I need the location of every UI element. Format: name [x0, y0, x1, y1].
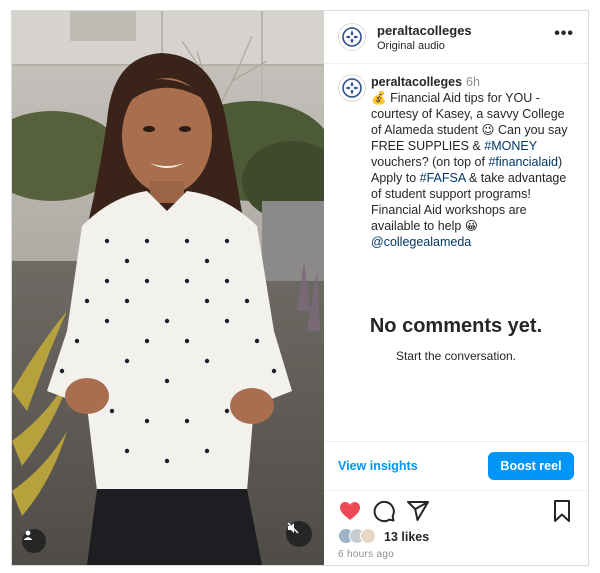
reel-video-frame	[12, 11, 324, 565]
hashtag-financialaid[interactable]: #financialaid	[488, 155, 558, 169]
insights-bar: View insights Boost reel	[324, 441, 588, 491]
liker-avatar	[360, 528, 376, 544]
caption-text-3: vouchers? (on top of	[371, 155, 485, 169]
view-insights-link[interactable]: View insights	[338, 459, 418, 473]
money-bag-emoji: 💰	[371, 91, 387, 105]
comment-icon[interactable]	[372, 499, 396, 523]
profile-avatar[interactable]	[338, 23, 366, 51]
likes-count[interactable]: 13 likes	[384, 530, 429, 544]
header-username[interactable]: peraltacolleges	[377, 23, 472, 38]
wink-emoji: 😉	[481, 123, 495, 137]
post-caption: peraltacolleges 6h 💰 Financial Aid tips f…	[371, 74, 576, 250]
likes-row[interactable]: 13 likes	[338, 528, 578, 546]
post-header: peraltacolleges Original audio •••	[324, 11, 588, 64]
post-timestamp[interactable]: 6 hours ago	[338, 549, 394, 560]
caption-time: 6h	[466, 75, 480, 89]
reel-video[interactable]	[12, 11, 324, 565]
action-bar	[324, 499, 588, 527]
save-bookmark-icon[interactable]	[550, 499, 574, 523]
peralta-logo-icon	[342, 78, 362, 98]
heart-filled-icon[interactable]	[338, 499, 362, 523]
audio-label[interactable]: Original audio	[377, 40, 445, 52]
hashtag-fafsa[interactable]: #FAFSA	[420, 171, 466, 185]
share-icon[interactable]	[406, 499, 430, 523]
tagged-user-button[interactable]	[22, 529, 46, 553]
mention-collegealameda[interactable]: @collegealameda	[371, 235, 471, 249]
caption-username[interactable]: peraltacolleges	[371, 75, 462, 89]
hashtag-money[interactable]: #MONEY	[484, 139, 537, 153]
volume-muted-icon	[287, 522, 299, 534]
post-details-panel: peraltacolleges Original audio ••• peral…	[324, 11, 588, 565]
start-conversation-text: Start the conversation.	[395, 349, 517, 363]
post-dialog: peraltacolleges Original audio ••• peral…	[11, 10, 589, 566]
user-icon	[23, 530, 33, 540]
no-comments-title: No comments yet.	[369, 315, 543, 337]
more-options-icon[interactable]: •••	[554, 25, 574, 43]
smile-emoji: 😀	[464, 219, 478, 233]
mute-button[interactable]	[286, 521, 312, 547]
caption-avatar[interactable]	[338, 74, 366, 102]
boost-reel-button[interactable]: Boost reel	[488, 452, 574, 480]
peralta-logo-icon	[342, 27, 362, 47]
